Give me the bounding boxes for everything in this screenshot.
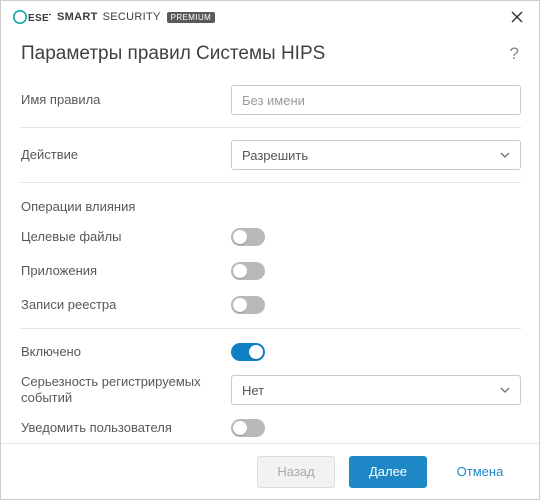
severity-select-value: Нет <box>242 383 264 398</box>
enabled-label: Включено <box>21 344 231 360</box>
divider <box>21 182 521 183</box>
registry-label: Записи реестра <box>21 297 231 313</box>
brand-smart: SMART <box>57 11 98 23</box>
enabled-toggle[interactable] <box>231 343 265 361</box>
close-icon <box>511 11 523 23</box>
action-label: Действие <box>21 147 231 163</box>
enabled-row: Включено <box>21 335 521 369</box>
rule-name-input[interactable] <box>231 85 521 115</box>
chevron-down-icon <box>500 149 510 161</box>
back-button[interactable]: Назад <box>257 456 335 488</box>
next-button[interactable]: Далее <box>349 456 427 488</box>
target-files-toggle[interactable] <box>231 228 265 246</box>
action-row: Действие Разрешить <box>21 134 521 176</box>
severity-row: Серьезность регистрируемых событий Нет <box>21 369 521 411</box>
notify-label: Уведомить пользователя <box>21 420 231 436</box>
brand-security: SECURITY <box>103 11 161 23</box>
action-select[interactable]: Разрешить <box>231 140 521 170</box>
applications-toggle[interactable] <box>231 262 265 280</box>
dialog-window: ESET SMART SECURITY PREMIUM Параметры пр… <box>0 0 540 500</box>
registry-toggle[interactable] <box>231 296 265 314</box>
divider <box>21 328 521 329</box>
product-brand: ESET SMART SECURITY PREMIUM <box>13 10 215 24</box>
applications-label: Приложения <box>21 263 231 279</box>
operations-section-title: Операции влияния <box>21 189 521 220</box>
content-area: Имя правила Действие Разрешить Операции … <box>1 79 539 443</box>
titlebar: ESET SMART SECURITY PREMIUM <box>1 1 539 33</box>
help-icon[interactable]: ? <box>510 44 519 64</box>
registry-row: Записи реестра <box>21 288 521 322</box>
target-files-label: Целевые файлы <box>21 229 231 245</box>
severity-label: Серьезность регистрируемых событий <box>21 374 231 407</box>
cancel-button[interactable]: Отмена <box>441 456 519 488</box>
page-title: Параметры правил Системы HIPS <box>21 43 325 65</box>
target-files-row: Целевые файлы <box>21 220 521 254</box>
rule-name-label: Имя правила <box>21 92 231 108</box>
applications-row: Приложения <box>21 254 521 288</box>
close-button[interactable] <box>505 5 529 29</box>
dialog-header: Параметры правил Системы HIPS ? <box>1 33 539 79</box>
rule-name-row: Имя правила <box>21 79 521 121</box>
svg-text:ESET: ESET <box>28 13 51 24</box>
notify-toggle[interactable] <box>231 419 265 437</box>
eset-logo: ESET <box>13 10 51 24</box>
action-select-value: Разрешить <box>242 148 308 163</box>
brand-badge: PREMIUM <box>167 12 216 23</box>
chevron-down-icon <box>500 384 510 396</box>
dialog-footer: Назад Далее Отмена <box>1 443 539 499</box>
divider <box>21 127 521 128</box>
severity-select[interactable]: Нет <box>231 375 521 405</box>
notify-row: Уведомить пользователя <box>21 411 521 443</box>
